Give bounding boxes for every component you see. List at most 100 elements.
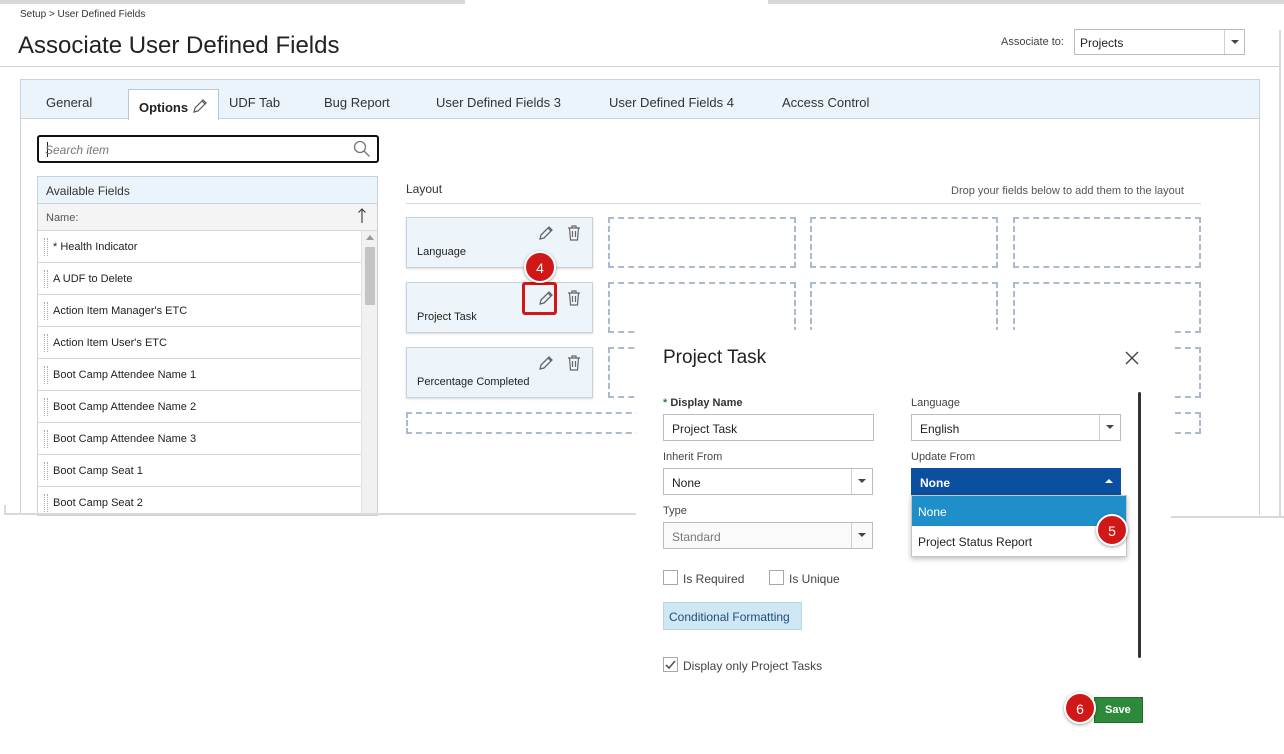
is-required-checkbox[interactable] [663,570,678,585]
list-item[interactable]: Boot Camp Attendee Name 3 [38,423,361,455]
step-badge-6: 6 [1064,692,1096,724]
modal-scrollbar[interactable] [1138,392,1141,658]
name-column-label: Name: [46,212,79,224]
search-icon[interactable] [353,140,371,161]
pencil-icon[interactable] [537,224,555,245]
layout-drop-slot[interactable] [608,217,796,268]
language-select[interactable]: English [911,414,1121,441]
fields-scrollbar[interactable] [361,231,377,515]
inherit-from-value: None [672,476,701,490]
drag-handle-icon[interactable] [44,462,48,480]
layout-drop-slot[interactable] [810,282,998,333]
tab-user-defined-fields-4[interactable]: User Defined Fields 4 [609,95,734,110]
layout-card-label: Language [417,246,466,258]
trash-icon[interactable] [566,289,582,310]
layout-card-language[interactable]: Language [406,217,593,268]
inherit-from-select[interactable]: None [663,468,873,495]
display-only-project-tasks-checkbox[interactable] [663,657,678,672]
display-name-label: * Display Name [663,397,743,409]
drag-handle-icon[interactable] [44,366,48,384]
list-item[interactable]: Boot Camp Seat 1 [38,455,361,487]
drag-handle-icon[interactable] [44,334,48,352]
checkmark-icon [665,660,676,670]
page-title: Associate User Defined Fields [18,32,340,59]
available-fields-column-header[interactable]: Name: [38,204,377,231]
update-from-select[interactable]: None [911,468,1121,495]
associate-to-select[interactable]: Projects [1074,29,1245,55]
layout-drop-slot[interactable] [608,282,796,333]
field-name: Action Item Manager's ETC [53,305,188,317]
save-button-label: Save [1105,704,1131,716]
tab-options[interactable]: Options [128,89,220,120]
tab-bug-report[interactable]: Bug Report [324,95,390,110]
drag-handle-icon[interactable] [44,302,48,320]
layout-card-label: Project Task [417,311,477,323]
pencil-icon[interactable] [192,98,208,117]
list-item[interactable]: Boot Camp Attendee Name 1 [38,359,361,391]
sort-arrow-up-icon[interactable] [357,207,367,228]
save-button[interactable]: Save [1094,697,1143,723]
breadcrumb[interactable]: Setup > User Defined Fields [20,9,145,20]
pencil-icon[interactable] [537,354,555,375]
field-name: Boot Camp Attendee Name 2 [53,401,197,413]
modal-title: Project Task [663,347,767,368]
tab-options-label: Options [139,100,189,115]
chevron-down-icon[interactable] [1224,30,1244,54]
scrollbar-thumb[interactable] [365,247,375,305]
associate-to-label: Associate to: [1001,36,1064,48]
layout-card-percentage-completed[interactable]: Percentage Completed [406,347,593,398]
available-fields-panel: Available Fields Name: * Health Indicato… [37,176,378,516]
field-name: Action Item User's ETC [53,337,167,349]
layout-title: Layout [406,182,443,196]
dropdown-option-none[interactable]: None [912,496,1126,526]
is-unique-checkbox[interactable] [769,570,784,585]
list-item[interactable]: Action Item Manager's ETC [38,295,361,327]
chevron-down-icon[interactable] [851,469,872,494]
close-icon[interactable] [1124,350,1140,369]
chevron-up-icon[interactable] [1099,469,1120,494]
list-item[interactable]: Boot Camp Seat 2 [38,487,361,515]
field-name: Boot Camp Seat 2 [53,497,143,509]
is-required-label: Is Required [683,572,745,586]
search-input[interactable] [45,141,345,159]
list-item[interactable]: Boot Camp Attendee Name 2 [38,391,361,423]
panel-bottom-edge [4,505,6,515]
drag-handle-icon[interactable] [44,430,48,448]
search-box[interactable] [37,135,379,163]
conditional-formatting-label: Conditional Formatting [669,610,790,624]
page-border-right [1279,30,1281,518]
type-value: Standard [672,530,721,544]
field-name: * Health Indicator [53,241,138,253]
display-name-field[interactable]: Project Task [663,414,874,441]
trash-icon[interactable] [566,224,582,245]
associate-to-value: Projects [1080,36,1124,50]
dropdown-option-project-status-report[interactable]: Project Status Report [912,526,1126,556]
dropdown-option-label: None [918,505,947,519]
drag-handle-icon[interactable] [44,270,48,288]
tab-user-defined-fields-3[interactable]: User Defined Fields 3 [436,95,561,110]
tab-general[interactable]: General [46,95,92,110]
scroll-up-icon[interactable] [366,235,374,240]
field-name: A UDF to Delete [53,273,133,285]
list-item[interactable]: * Health Indicator [38,231,361,263]
field-name: Boot Camp Attendee Name 1 [53,369,197,381]
layout-drop-slot[interactable] [1013,282,1201,333]
layout-card-project-task[interactable]: Project Task [406,282,593,333]
list-item[interactable]: A UDF to Delete [38,263,361,295]
dropdown-option-label: Project Status Report [918,535,1033,549]
tab-udf-tab[interactable]: UDF Tab [229,95,280,110]
chevron-down-icon[interactable] [851,523,872,548]
conditional-formatting-button[interactable]: Conditional Formatting [663,602,802,630]
drag-handle-icon[interactable] [44,238,48,256]
type-select[interactable]: Standard [663,522,873,549]
trash-icon[interactable] [566,354,582,375]
panel-bottom-edge [1171,516,1284,518]
layout-drop-slot[interactable] [810,217,998,268]
drag-handle-icon[interactable] [44,494,48,512]
tab-access-control[interactable]: Access Control [782,95,869,110]
drag-handle-icon[interactable] [44,398,48,416]
step-badge-5: 5 [1096,514,1128,546]
list-item[interactable]: Action Item User's ETC [38,327,361,359]
chevron-down-icon[interactable] [1099,415,1120,440]
layout-drop-slot[interactable] [1013,217,1201,268]
